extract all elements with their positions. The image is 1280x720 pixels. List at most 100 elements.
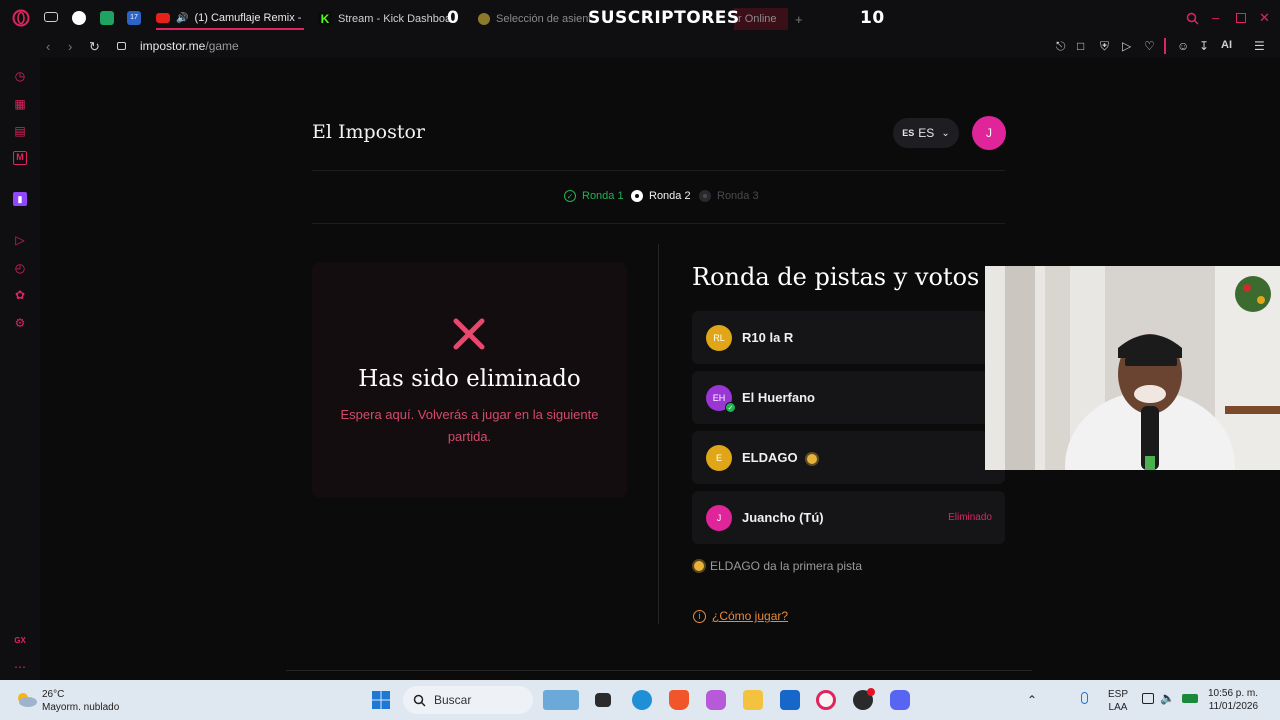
opera-logo-icon[interactable] <box>12 9 30 27</box>
chevron-down-icon: ⌄ <box>941 127 950 139</box>
gx-icon[interactable]: GX <box>13 634 27 648</box>
opera-gx-icon[interactable] <box>816 690 836 710</box>
search-icon <box>413 694 426 707</box>
search-icon[interactable] <box>1186 12 1199 25</box>
url-path: /game <box>205 39 239 53</box>
windows-taskbar: 26°C Mayorm. nublado Buscar ⌃ ESP LAA 🔈 … <box>0 680 1280 720</box>
shield-icon[interactable]: ⛨ <box>1100 39 1109 54</box>
forward-icon[interactable]: › <box>68 39 72 54</box>
separator <box>1164 38 1166 54</box>
play-icon[interactable]: ▷ <box>1122 39 1131 53</box>
pending-dot-icon <box>699 190 711 202</box>
divider <box>312 170 1005 171</box>
address-bar: ‹ › ↻ impostor.me/game ⎋ □ ⛨ ▷ ♡ ☺ ↧ AI … <box>0 36 1280 58</box>
pin-icon[interactable]: ⎋ <box>1056 39 1066 54</box>
time: 10:56 p. m. <box>1208 688 1259 699</box>
date: 11/01/2026 <box>1208 701 1259 712</box>
subscriber-label: SUSCRIPTORES <box>588 8 740 28</box>
player-name-wrap: ELDAGO <box>742 450 818 465</box>
tab-seleccion[interactable]: Selección de asient <box>478 8 590 30</box>
calendar-icon[interactable]: 17 <box>127 11 141 25</box>
site-icon <box>478 13 490 25</box>
history-icon[interactable]: ◴ <box>13 261 27 275</box>
network-icon[interactable] <box>1142 693 1154 704</box>
url-field[interactable]: impostor.me/game <box>140 39 239 53</box>
outlook-icon[interactable] <box>780 690 800 710</box>
round-label: Ronda 2 <box>649 190 691 202</box>
player-name: El Huerfano <box>742 390 815 405</box>
how-to-play-link[interactable]: i ¿Cómo jugar? <box>693 609 788 623</box>
twitch-icon[interactable]: ▮ <box>13 192 27 206</box>
heart-icon[interactable]: ♡ <box>1144 39 1155 53</box>
maximize-icon[interactable] <box>1236 13 1246 23</box>
ai-button[interactable]: AI <box>1221 39 1232 51</box>
tab-youtube[interactable]: 🔊 (1) Camuflaje Remix - A <box>156 8 304 30</box>
input-language[interactable]: ESP LAA <box>1108 688 1128 714</box>
lock-icon <box>117 42 126 50</box>
extensions-icon[interactable]: ✿ <box>13 288 27 302</box>
folder-icon[interactable] <box>743 690 763 710</box>
player-avatar: J <box>706 505 732 531</box>
obs-icon[interactable] <box>72 11 86 25</box>
volume-icon[interactable]: 🔈 <box>1160 691 1175 705</box>
windows-start-icon[interactable] <box>372 691 390 709</box>
weather-cloud-icon[interactable] <box>14 690 38 708</box>
close-x-icon <box>453 318 485 350</box>
round-step-1: ✓ Ronda 1 <box>564 190 624 202</box>
subscriber-count-right: 10 <box>860 8 885 28</box>
round-label: Ronda 3 <box>717 190 759 202</box>
taskbar-clock[interactable]: 10:56 p. m. 11/01/2026 <box>1208 687 1258 713</box>
speaker-icon: 🔊 <box>176 12 189 24</box>
tab-kick[interactable]: K Stream - Kick Dashboar <box>318 8 450 30</box>
menu-icon[interactable]: ☰ <box>1254 39 1265 53</box>
player-row[interactable]: E ELDAGO <box>692 431 1005 484</box>
sun-icon <box>694 561 704 571</box>
weather-widget[interactable]: 26°C Mayorm. nublado <box>42 688 119 714</box>
language-selector[interactable]: ES ES ⌄ <box>893 118 959 148</box>
gamepad-icon[interactable] <box>44 12 58 22</box>
player-row[interactable]: J Juancho (Tú) Eliminado <box>692 491 1005 544</box>
panel-title: Ronda de pistas y votos <box>692 263 980 291</box>
chevron-up-icon[interactable]: ⌃ <box>1027 693 1037 707</box>
site-brand[interactable]: El Impostor <box>312 121 425 143</box>
settings-icon[interactable]: ⚙ <box>13 316 27 330</box>
file-app-icon[interactable] <box>595 693 611 707</box>
player-icon[interactable]: ▷ <box>13 233 27 247</box>
edge-icon[interactable] <box>632 690 652 710</box>
youtube-icon <box>156 13 170 23</box>
current-dot-icon <box>631 190 643 202</box>
microphone-icon[interactable] <box>1081 692 1088 704</box>
brave-icon[interactable] <box>669 690 689 710</box>
tab-online[interactable]: r Online <box>734 8 788 30</box>
first-clue-text: ELDAGO da la primera pista <box>710 559 863 573</box>
taskbar-search[interactable]: Buscar <box>403 686 533 714</box>
m-app-icon[interactable]: M <box>13 151 27 165</box>
player-row[interactable]: RL R10 la R <box>692 311 1005 364</box>
user-avatar[interactable]: J <box>972 116 1006 150</box>
download-icon[interactable]: ↧ <box>1199 39 1209 53</box>
close-icon[interactable]: ✕ <box>1259 10 1270 26</box>
copilot-icon[interactable] <box>706 690 726 710</box>
cake-icon[interactable]: ▦ <box>13 97 27 111</box>
widgets-icon[interactable] <box>543 690 579 710</box>
back-icon[interactable]: ‹ <box>46 39 50 54</box>
webcam-image <box>985 266 1280 470</box>
sheets-icon[interactable] <box>100 11 114 25</box>
card-icon[interactable]: ▤ <box>13 124 27 138</box>
lang-top: ESP <box>1108 689 1129 700</box>
reload-icon[interactable]: ↻ <box>89 39 100 55</box>
new-tab-button[interactable]: + <box>795 8 803 30</box>
battery-icon[interactable] <box>1182 694 1198 703</box>
player-row[interactable]: EH ✓ El Huerfano <box>692 371 1005 424</box>
minimize-icon[interactable]: – <box>1212 10 1219 25</box>
discord-icon[interactable] <box>890 690 910 710</box>
lang-flag-text: ES <box>902 128 915 138</box>
snapshot-icon[interactable]: □ <box>1077 39 1084 53</box>
more-icon[interactable]: ⋯ <box>13 660 27 674</box>
player-name: R10 la R <box>742 330 794 345</box>
browser-tab-bar: 17 🔊 (1) Camuflaje Remix - A K Stream - … <box>0 0 1280 36</box>
account-icon[interactable]: ☺ <box>1177 39 1189 53</box>
kick-icon: K <box>318 12 332 26</box>
speed-dial-icon[interactable]: ◷ <box>13 69 27 83</box>
player-avatar: RL <box>706 325 732 351</box>
